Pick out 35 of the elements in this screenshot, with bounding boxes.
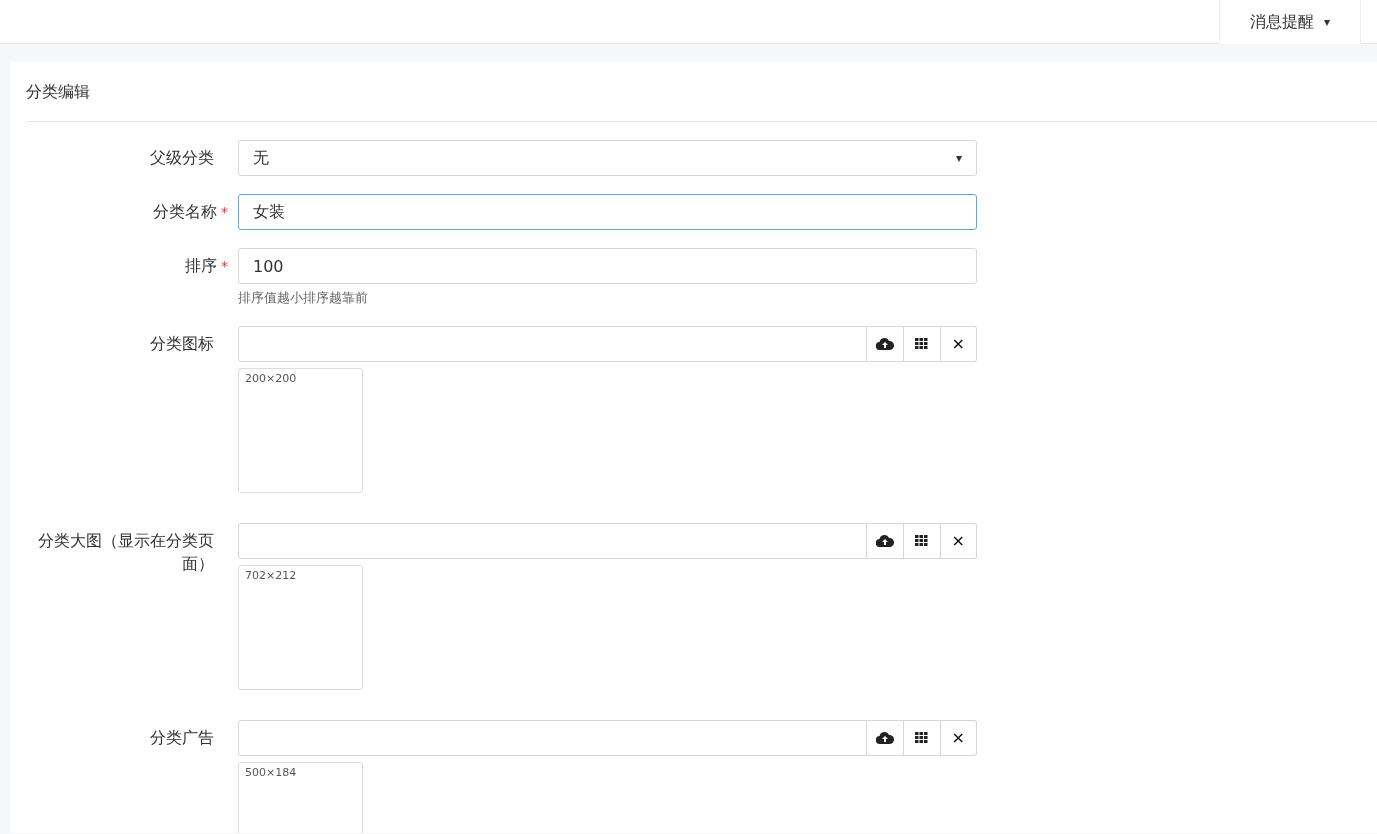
panel-title: 分类编辑 bbox=[26, 62, 1377, 122]
image-url-field[interactable] bbox=[238, 325, 868, 362]
upload-button[interactable] bbox=[867, 325, 904, 362]
select-field[interactable]: 无 ▾ bbox=[238, 140, 977, 176]
clear-button[interactable]: × bbox=[940, 325, 977, 362]
size-text: 500×184 bbox=[245, 764, 298, 781]
size-text: 702×212 bbox=[245, 567, 298, 584]
image-url-field[interactable] bbox=[238, 719, 868, 756]
cloud-upload-icon bbox=[876, 336, 895, 351]
field-label: 父级分类 bbox=[150, 147, 214, 169]
clear-button[interactable]: × bbox=[940, 719, 977, 756]
grid-icon bbox=[915, 338, 929, 349]
gallery-button[interactable] bbox=[904, 522, 941, 559]
size-text: 200×200 bbox=[245, 370, 298, 387]
image-url-field[interactable] bbox=[238, 522, 868, 559]
upload-button[interactable] bbox=[867, 522, 904, 559]
cloud-upload-icon bbox=[876, 533, 895, 548]
help-text: 排序值越小排序越靠前 bbox=[238, 289, 369, 307]
caret-icon: ▾ bbox=[1323, 13, 1330, 31]
grid-icon bbox=[915, 535, 929, 546]
input-field[interactable]: 女装 bbox=[238, 194, 977, 230]
notification-menu[interactable]: 消息提醒 ▾ bbox=[1218, 0, 1361, 44]
cloud-upload-icon bbox=[876, 730, 895, 745]
clear-button[interactable]: × bbox=[940, 522, 977, 559]
field-label: 分类图标 bbox=[150, 332, 214, 355]
grid-icon bbox=[915, 732, 929, 743]
caret-icon: ▾ bbox=[955, 149, 962, 167]
field-label: 分类大图（显示在分类页面） bbox=[37, 529, 214, 575]
field-label: 排序 * bbox=[185, 255, 228, 277]
gallery-button[interactable] bbox=[904, 719, 941, 756]
field-label: 分类广告 bbox=[150, 726, 214, 749]
input-field[interactable]: 100 bbox=[238, 248, 977, 284]
upload-button[interactable] bbox=[867, 719, 904, 756]
field-label: 分类名称 * bbox=[153, 201, 228, 223]
gallery-button[interactable] bbox=[904, 325, 941, 362]
